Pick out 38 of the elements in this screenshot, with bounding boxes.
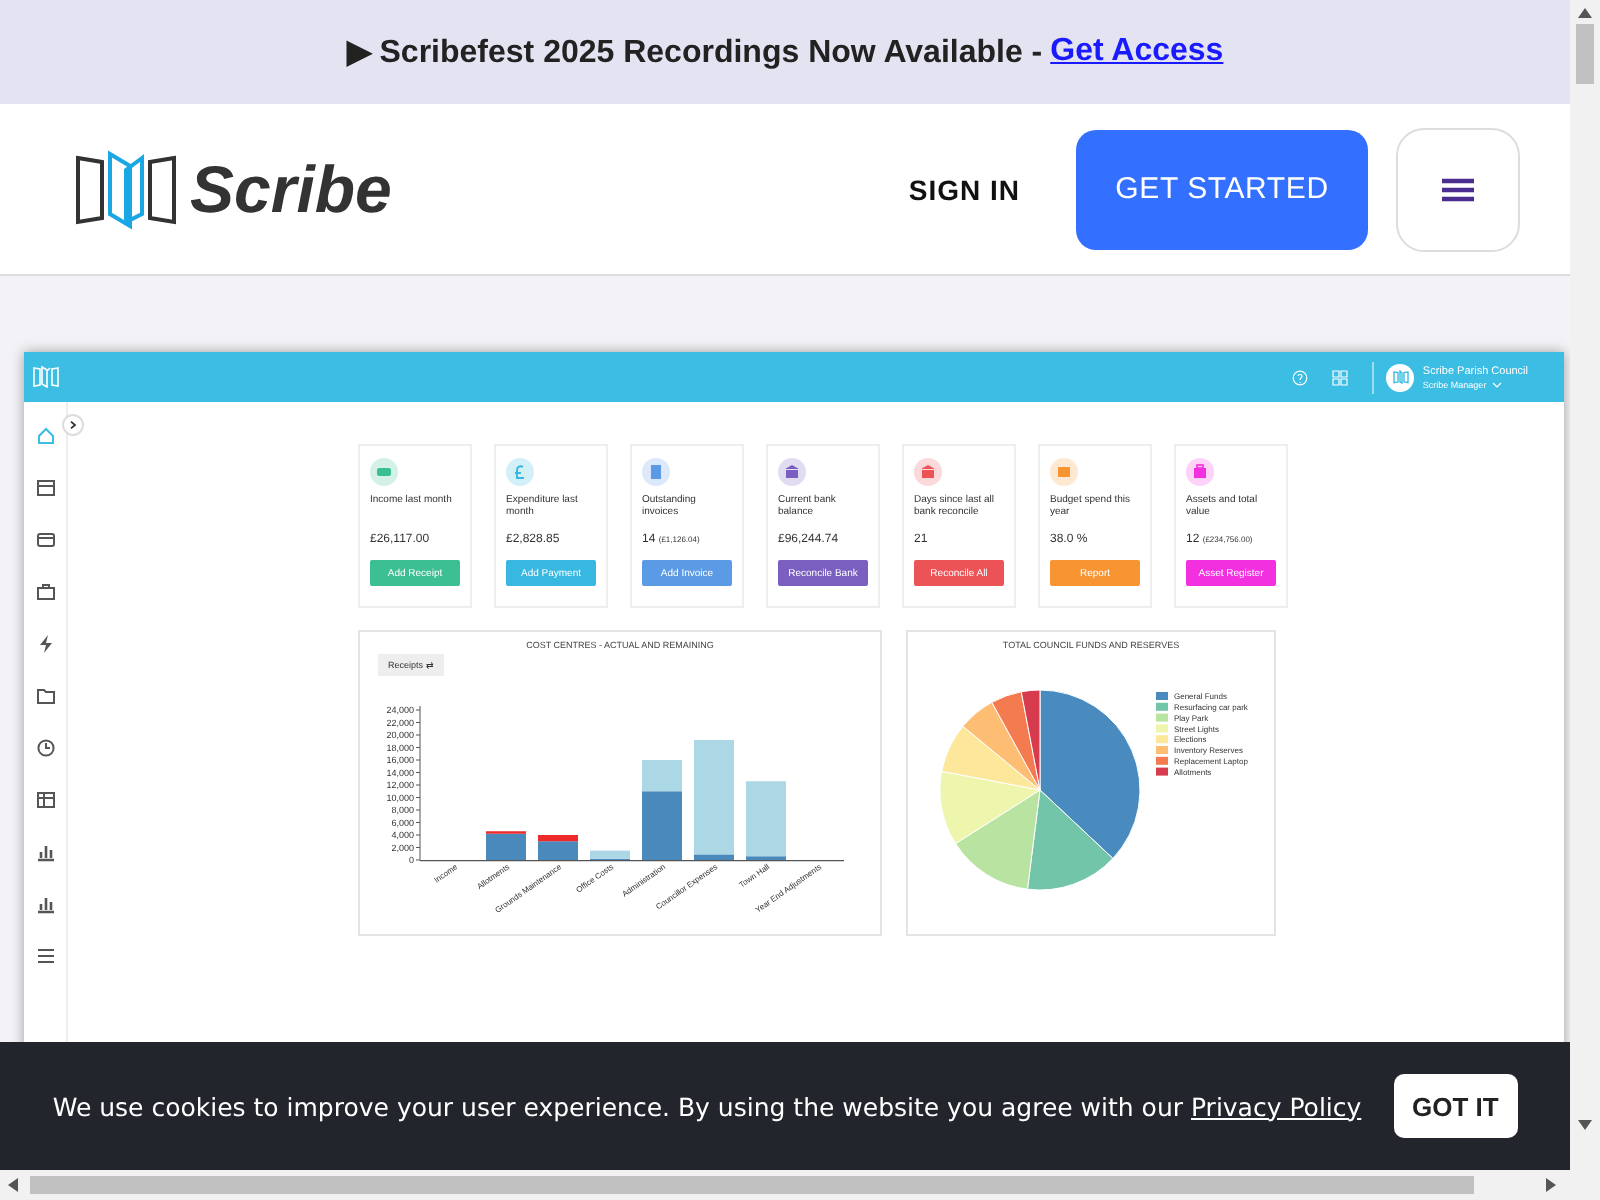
vertical-scrollbar[interactable] (1570, 0, 1600, 1170)
scrollbar-thumb[interactable] (1576, 24, 1594, 84)
down-arrow-icon[interactable] (1578, 1120, 1592, 1130)
right-arrow-icon[interactable] (1546, 1178, 1556, 1192)
privacy-policy-link[interactable]: Privacy Policy (1190, 1091, 1362, 1121)
menu-button[interactable] (1396, 127, 1520, 251)
list-icon[interactable] (35, 946, 55, 966)
book-logo-icon (74, 149, 178, 229)
get-started-button[interactable]: GET STARTED (1076, 129, 1368, 249)
card-icon[interactable] (35, 530, 55, 550)
scrollbar-thumb[interactable] (30, 1176, 1474, 1194)
folder-icon[interactable] (35, 686, 55, 706)
bar-chart-icon[interactable] (35, 894, 55, 914)
bank-icon (778, 458, 806, 486)
pound-icon (506, 458, 534, 486)
logo-text: Scribe (190, 151, 392, 227)
chevron-icon (68, 420, 78, 430)
announcement-text: ▶ Scribefest 2025 Recordings Now Available - (346, 34, 1043, 72)
cookie-text: We use cookies to improve your user experience. By using the website you agree with our Privacy Policy (52, 1091, 1362, 1121)
clock-icon[interactable] (35, 738, 55, 758)
bar-chart-icon[interactable] (35, 842, 55, 862)
book-logo-icon (32, 366, 60, 388)
briefcase-icon (1186, 458, 1214, 486)
expand-button[interactable] (62, 414, 84, 436)
book-logo-icon (1391, 370, 1410, 384)
menu-icon (1442, 177, 1474, 201)
banknote-icon (370, 458, 398, 486)
left-arrow-icon[interactable] (8, 1178, 18, 1192)
table-icon[interactable] (35, 790, 55, 810)
up-arrow-icon[interactable] (1578, 8, 1592, 18)
calendar-icon[interactable] (35, 478, 55, 498)
bank-icon (914, 458, 942, 486)
horizontal-scrollbar[interactable] (0, 1170, 1600, 1200)
briefcase-icon[interactable] (35, 582, 55, 602)
sign-in-link[interactable]: SIGN IN (908, 173, 1020, 205)
lightning-icon[interactable] (35, 634, 55, 654)
got-it-button[interactable]: GOT IT (1393, 1074, 1518, 1138)
get-access-link[interactable]: Get Access (1050, 34, 1224, 70)
